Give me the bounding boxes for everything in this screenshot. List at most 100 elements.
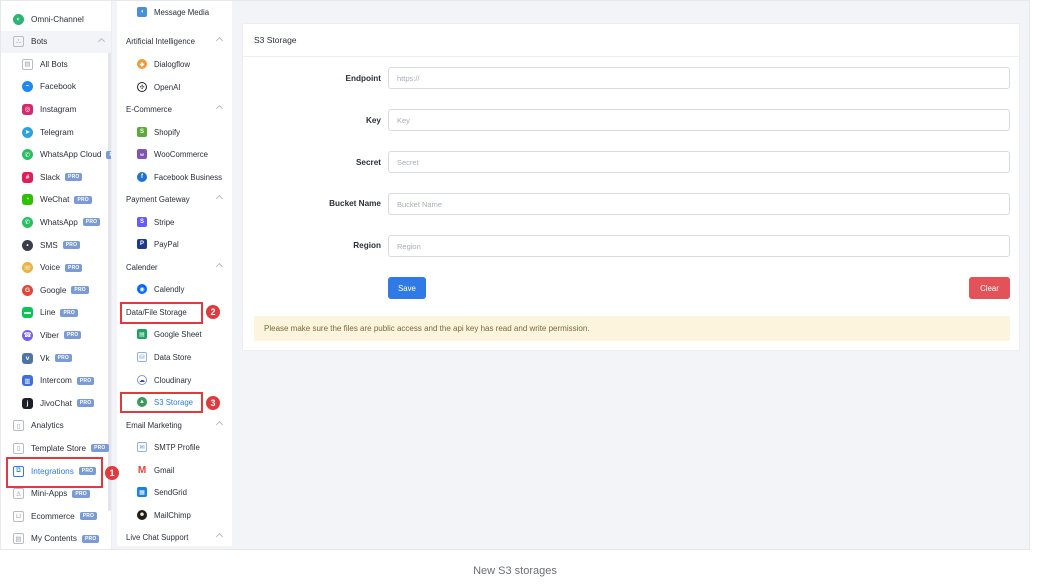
- save-button[interactable]: Save: [388, 277, 426, 299]
- chevron-up-icon: [215, 194, 224, 203]
- sidebar-item-sms[interactable]: • SMS PRO: [1, 234, 111, 256]
- menu-item-message-media[interactable]: ◖ Message Media: [117, 1, 232, 23]
- menu-item-smtp-profile[interactable]: ✉ SMTP Profile: [117, 436, 232, 458]
- endpoint-input[interactable]: [388, 67, 1010, 89]
- sidebar-item-google[interactable]: G Google PRO: [1, 279, 111, 301]
- menu-item-label: WooCommerce: [154, 149, 209, 159]
- menu-item-paypal[interactable]: P PayPal: [117, 233, 232, 255]
- sidebar-item-intercom[interactable]: ▥ Intercom PRO: [1, 370, 111, 392]
- menu-item-dialogflow[interactable]: ◆ Dialogflow: [117, 53, 232, 75]
- menu-item-google-sheet[interactable]: ▤ Google Sheet: [117, 323, 232, 345]
- section-calender[interactable]: Calender: [117, 256, 232, 278]
- viber-icon: ☎: [22, 329, 33, 341]
- callout-box-data-file-storage: [120, 302, 203, 324]
- pro-badge: PRO: [62, 241, 81, 249]
- sidebar-item-label: My Contents: [31, 534, 77, 544]
- section-label: Payment Gateway: [126, 194, 190, 204]
- sidebar-item-label: JivoChat: [40, 398, 72, 408]
- sidebar-item-whatsapp-cloud[interactable]: ✆ WhatsApp Cloud PRO: [1, 144, 111, 166]
- s3-storage-panel: S3 Storage Endpoint Key Secret Bucket Na…: [242, 23, 1020, 351]
- menu-item-gmail[interactable]: M Gmail: [117, 459, 232, 481]
- menu-item-openai[interactable]: ✣ OpenAI: [117, 76, 232, 98]
- clear-button[interactable]: Clear: [969, 277, 1010, 299]
- integrations-menu: ◖ Message Media Artificial Intelligence …: [117, 1, 232, 546]
- section-e-commerce[interactable]: E-Commerce: [117, 98, 232, 120]
- whatsapp-cloud-icon: ✆: [22, 149, 33, 161]
- sidebar-item-label: Slack: [40, 172, 61, 182]
- secret-input[interactable]: [388, 151, 1010, 173]
- sidebar-item-omni-channel[interactable]: ◐ Omni-Channel: [1, 8, 111, 30]
- intercom-icon: ▥: [22, 375, 33, 387]
- menu-item-stripe[interactable]: S Stripe: [117, 211, 232, 233]
- sidebar-item-instagram[interactable]: ◎ Instagram: [1, 98, 111, 120]
- sidebar-item-all-bots[interactable]: ▤ All Bots: [1, 53, 111, 75]
- sidebar-item-voice[interactable]: ☏ Voice PRO: [1, 257, 111, 279]
- section-email-marketing[interactable]: Email Marketing: [117, 414, 232, 436]
- sendgrid-icon: ▦: [137, 487, 147, 497]
- sidebar-item-label: All Bots: [40, 59, 68, 69]
- region-input[interactable]: [388, 235, 1010, 257]
- menu-item-label: Dialogflow: [154, 59, 190, 69]
- facebook-icon: f: [137, 172, 147, 182]
- telegram-icon: ➤: [22, 126, 33, 138]
- sidebar-item-jivochat[interactable]: j JivoChat PRO: [1, 392, 111, 414]
- sidebar-item-bots[interactable]: ⛬ Bots: [1, 30, 111, 53]
- bucket-name-input[interactable]: [388, 193, 1010, 215]
- chevron-up-icon: [97, 37, 106, 45]
- all-bots-icon: ▤: [22, 58, 33, 70]
- menu-item-label: Message Media: [154, 7, 210, 17]
- key-input[interactable]: [388, 109, 1010, 131]
- section-label: Live Chat Support: [126, 532, 189, 542]
- my-contents-icon: ▤: [13, 533, 24, 545]
- sidebar-item-ecommerce[interactable]: ⊔ Ecommerce PRO: [1, 505, 111, 527]
- section-live-chat-support[interactable]: Live Chat Support: [117, 526, 232, 546]
- menu-item-facebook-business[interactable]: f Facebook Business: [117, 166, 232, 188]
- ecommerce-icon: ⊔: [13, 510, 24, 522]
- cloudinary-icon: ☁: [137, 375, 147, 385]
- chevron-up-icon: [215, 262, 224, 271]
- menu-item-mailchimp[interactable]: ☻ MailChimp: [117, 504, 232, 526]
- menu-item-cloudinary[interactable]: ☁ Cloudinary: [117, 369, 232, 391]
- gmail-icon: M: [137, 464, 147, 476]
- sidebar-item-facebook[interactable]: ~ Facebook: [1, 76, 111, 98]
- jivochat-icon: j: [22, 397, 33, 409]
- sidebar-item-line[interactable]: ▬ Line PRO: [1, 302, 111, 324]
- sidebar-item-vk[interactable]: v Vk PRO: [1, 347, 111, 369]
- vk-icon: v: [22, 352, 33, 364]
- section-artificial-intelligence[interactable]: Artificial Intelligence: [117, 30, 232, 52]
- sidebar-item-analytics[interactable]: ▯ Analytics: [1, 415, 111, 437]
- menu-item-woocommerce[interactable]: W WooCommerce: [117, 143, 232, 165]
- section-label: E-Commerce: [126, 104, 172, 114]
- panel-divider: [243, 56, 1019, 57]
- sidebar-item-label: WhatsApp: [40, 217, 78, 227]
- section-label: Calender: [126, 262, 158, 272]
- section-payment-gateway[interactable]: Payment Gateway: [117, 188, 232, 210]
- region-label: Region: [353, 241, 381, 250]
- google-icon: G: [22, 284, 33, 296]
- sidebar-item-label: Ecommerce: [31, 511, 75, 521]
- sidebar-item-viber[interactable]: ☎ Viber PRO: [1, 324, 111, 346]
- notice-text: Please make sure the files are public ac…: [264, 324, 590, 333]
- menu-item-shopify[interactable]: S Shopify: [117, 121, 232, 143]
- menu-item-sendgrid[interactable]: ▦ SendGrid: [117, 481, 232, 503]
- mini-apps-icon: ♙: [13, 488, 24, 500]
- sidebar-item-telegram[interactable]: ➤ Telegram: [1, 121, 111, 143]
- endpoint-label: Endpoint: [345, 74, 381, 83]
- shopify-icon: S: [137, 127, 147, 137]
- menu-item-calendly[interactable]: ◉ Calendly: [117, 278, 232, 300]
- chevron-up-icon: [215, 36, 224, 45]
- menu-item-data-store[interactable]: ⛁ Data Store: [117, 346, 232, 368]
- sidebar-item-slack[interactable]: # Slack PRO: [1, 166, 111, 188]
- sidebar-item-label: Line: [40, 308, 56, 318]
- template-store-icon: ▯: [13, 442, 24, 454]
- sidebar-item-label: Voice: [40, 263, 61, 273]
- figure-caption: New S3 storages: [473, 565, 557, 577]
- sidebar-item-whatsapp[interactable]: ✆ WhatsApp PRO: [1, 211, 111, 233]
- messenger-icon: ~: [22, 81, 33, 93]
- pro-badge: PRO: [71, 286, 89, 295]
- sidebar-item-wechat[interactable]: ◔ WeChat PRO: [1, 189, 111, 211]
- chevron-up-icon: [215, 104, 224, 113]
- sidebar-item-my-contents[interactable]: ▤ My Contents PRO: [1, 528, 111, 549]
- instagram-icon: ◎: [22, 103, 33, 115]
- callout-badge-1: 1: [105, 466, 119, 480]
